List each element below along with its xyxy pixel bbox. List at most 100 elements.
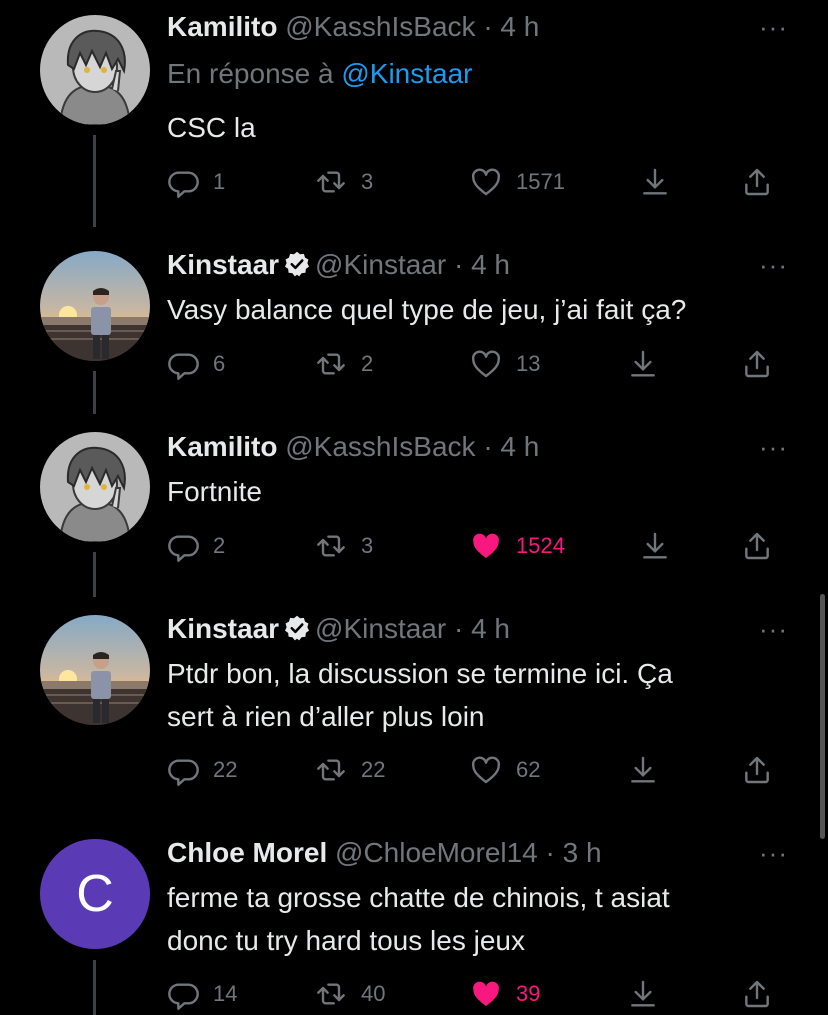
like-count: 1524 (516, 533, 565, 558)
like-button[interactable]: 1571 (470, 162, 565, 202)
retweet-button[interactable]: 3 (315, 526, 373, 566)
more-options-icon[interactable]: ··· (759, 432, 788, 463)
more-options-icon[interactable]: ··· (759, 614, 788, 645)
avatar[interactable] (40, 615, 150, 725)
retweet-count: 40 (361, 981, 386, 1006)
bookmark-icon (643, 168, 667, 195)
like-count: 62 (516, 757, 541, 782)
like-count: 13 (516, 351, 541, 376)
verified-badge-icon (283, 250, 311, 278)
retweet-icon (317, 535, 345, 557)
timestamp[interactable]: 3 h (563, 837, 602, 868)
retweet-button[interactable]: 22 (315, 750, 385, 790)
like-button[interactable]: 62 (470, 750, 540, 790)
reply-icon (168, 983, 199, 1010)
retweet-icon (317, 171, 345, 193)
bookmark-button[interactable] (627, 750, 673, 790)
tweet-header: Kinstaar @Kinstaar · 4 h (167, 612, 510, 646)
heart-icon (471, 168, 501, 196)
tweet-actions: 14 40 39 (167, 974, 787, 1014)
avatar[interactable] (40, 432, 150, 542)
retweet-button[interactable]: 2 (315, 344, 373, 384)
like-button[interactable]: 1524 (470, 526, 565, 566)
heart-icon (471, 350, 501, 378)
tweet-header: Kamilito @KasshIsBack · 4 h (167, 430, 539, 464)
avatar-image (40, 432, 150, 542)
avatar[interactable] (40, 251, 150, 361)
separator: · (483, 431, 493, 462)
timestamp[interactable]: 4 h (471, 613, 510, 644)
more-options-icon[interactable]: ··· (759, 12, 788, 43)
tweet-actions: 6 2 13 (167, 344, 787, 384)
share-button[interactable] (741, 526, 787, 566)
more-options-icon[interactable]: ··· (759, 250, 788, 281)
author-name[interactable]: Kinstaar (167, 613, 279, 644)
timestamp[interactable]: 4 h (500, 11, 539, 42)
bookmark-icon (631, 980, 655, 1007)
retweet-button[interactable]: 3 (315, 162, 373, 202)
author-handle[interactable]: @Kinstaar (315, 613, 446, 644)
retweet-button[interactable]: 40 (315, 974, 385, 1014)
bookmark-button[interactable] (639, 526, 685, 566)
tweet-text: CSC la (167, 112, 256, 143)
share-button[interactable] (741, 162, 787, 202)
timestamp[interactable]: 4 h (500, 431, 539, 462)
share-button[interactable] (741, 750, 787, 790)
avatar[interactable] (40, 15, 150, 125)
reply-icon (168, 535, 199, 562)
author-name[interactable]: Kinstaar (167, 249, 279, 280)
author-name[interactable]: Chloe Morel (167, 837, 327, 868)
author-name[interactable]: Kamilito (167, 11, 277, 42)
reply-button[interactable]: 2 (167, 526, 225, 566)
verified-badge-icon (283, 614, 311, 642)
timestamp[interactable]: 4 h (471, 249, 510, 280)
reply-icon (168, 353, 199, 380)
like-button[interactable]: 39 (470, 974, 540, 1014)
retweet-count: 3 (361, 533, 374, 558)
heart-filled-icon (473, 533, 499, 558)
tweet-actions: 22 22 62 (167, 750, 787, 790)
avatar[interactable]: C (40, 839, 150, 949)
reply-button[interactable]: 1 (167, 162, 225, 202)
more-options-icon[interactable]: ··· (759, 838, 788, 869)
bookmark-button[interactable] (627, 974, 673, 1014)
share-icon (745, 532, 769, 560)
like-button[interactable]: 13 (470, 344, 540, 384)
reply-button[interactable]: 6 (167, 344, 225, 384)
retweet-icon (317, 983, 345, 1005)
tweet-text-line: Ptdr bon, la discussion se termine ici. … (167, 658, 673, 689)
like-count: 1571 (516, 169, 565, 194)
author-name[interactable]: Kamilito (167, 431, 277, 462)
retweet-count: 22 (361, 757, 386, 782)
heart-icon (471, 756, 501, 784)
bookmark-button[interactable] (639, 162, 685, 202)
scrollbar[interactable] (820, 594, 825, 839)
avatar-image (40, 251, 150, 361)
author-handle[interactable]: @Kinstaar (315, 249, 446, 280)
share-button[interactable] (741, 974, 787, 1014)
avatar-image (40, 615, 150, 725)
thread-line (93, 371, 96, 414)
reply-count: 22 (213, 757, 238, 782)
tweet-text-line: donc tu try hard tous les jeux (167, 925, 525, 956)
retweet-icon (317, 353, 345, 375)
separator: · (453, 249, 464, 280)
heart-filled-icon (473, 981, 499, 1006)
tweet-text: Vasy balance quel type de jeu, j’ai fait… (167, 294, 687, 325)
tweet-text-line: sert à rien d’aller plus loin (167, 701, 485, 732)
author-handle[interactable]: @ChloeMorel14 (335, 837, 538, 868)
reply-button[interactable]: 14 (167, 974, 237, 1014)
reply-mention-link[interactable]: @Kinstaar (341, 58, 472, 89)
author-handle[interactable]: @KasshIsBack (285, 11, 475, 42)
share-button[interactable] (741, 344, 787, 384)
reply-icon (168, 171, 199, 198)
bookmark-icon (643, 532, 667, 559)
bookmark-button[interactable] (627, 344, 673, 384)
tweet-actions: 2 3 1524 (167, 526, 787, 566)
separator: · (545, 837, 555, 868)
reply-button[interactable]: 22 (167, 750, 237, 790)
tweet-text-line: ferme ta grosse chatte de chinois, t asi… (167, 882, 670, 913)
share-icon (745, 168, 769, 196)
thread-line (93, 135, 96, 227)
author-handle[interactable]: @KasshIsBack (285, 431, 475, 462)
